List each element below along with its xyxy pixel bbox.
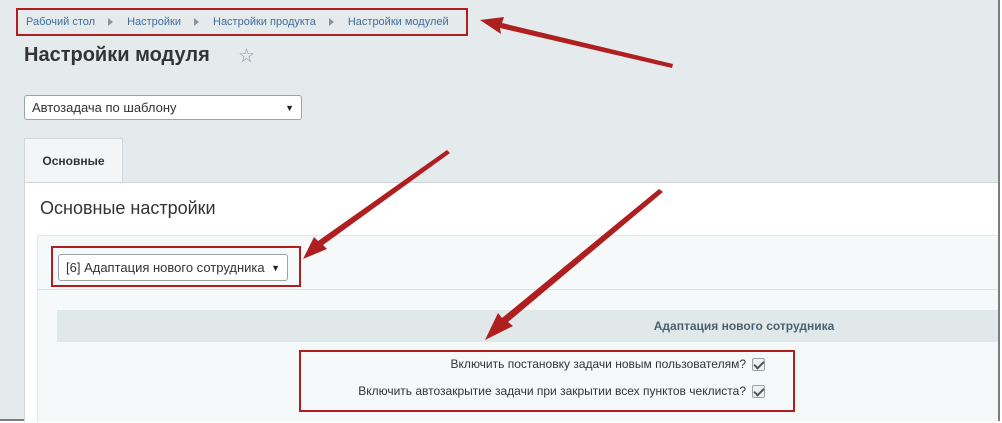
section-title: Основные настройки (40, 198, 216, 218)
breadcrumb-item-settings[interactable]: Настройки (127, 16, 181, 28)
breadcrumb-item-product-settings[interactable]: Настройки продукта (213, 16, 316, 28)
divider (37, 289, 998, 290)
annotation-box-options (299, 350, 795, 412)
settings-group-heading: Адаптация нового сотрудника (57, 310, 998, 342)
module-select[interactable]: Автозадача по шаблону ▼ (24, 95, 302, 120)
settings-group-heading-text: Адаптация нового сотрудника (653, 319, 835, 333)
annotation-box-template (51, 246, 301, 287)
breadcrumb-separator-icon (108, 18, 114, 26)
star-icon[interactable]: ☆ (238, 47, 255, 66)
module-select-value: Автозадача по шаблону (32, 100, 177, 115)
breadcrumb-item-desktop[interactable]: Рабочий стол (26, 16, 95, 28)
breadcrumb-separator-icon (328, 18, 334, 26)
breadcrumb-item-module-settings[interactable]: Настройки модулей (348, 16, 449, 28)
breadcrumb-separator-icon (194, 18, 199, 26)
breadcrumb: Рабочий стол Настройки Настройки продукт… (16, 8, 468, 36)
tab-main[interactable]: Основные (24, 138, 123, 182)
chevron-down-icon: ▼ (285, 102, 294, 113)
page-title: Настройки модуля (24, 44, 210, 66)
